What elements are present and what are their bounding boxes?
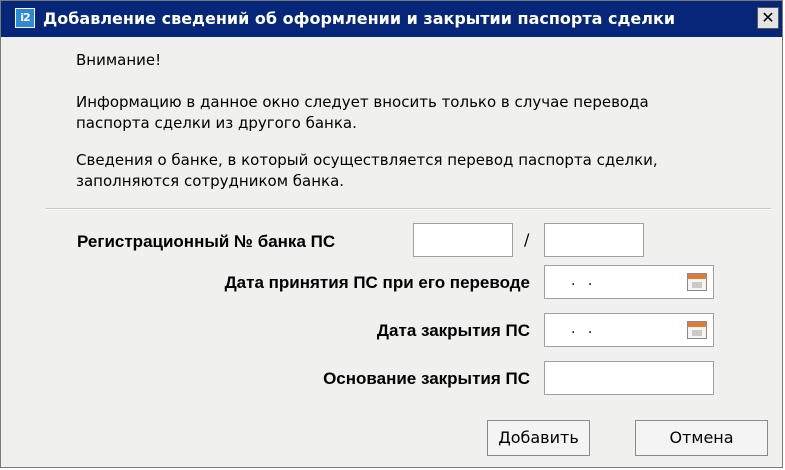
notice-paragraph2-line1: Сведения о банке, в который осуществляет… — [76, 151, 658, 169]
accept-date-input[interactable]: . . — [544, 265, 714, 299]
reg-number-separator: / — [524, 230, 530, 249]
reg-number-part1-input[interactable] — [413, 223, 513, 257]
window-title: Добавление сведений об оформлении и закр… — [43, 9, 676, 28]
app-icon: i2 — [15, 8, 35, 28]
close-reason-input[interactable] — [544, 361, 714, 395]
separator — [46, 208, 771, 210]
close-reason-label: Основание закрытия ПС — [323, 369, 530, 388]
notice-paragraph1-line1: Информацию в данное окно следует вносить… — [76, 93, 649, 111]
notice-heading: Внимание! — [76, 51, 162, 69]
calendar-icon[interactable] — [687, 321, 707, 339]
accept-date-value: . . — [571, 273, 597, 289]
close-button[interactable]: ✕ — [757, 7, 779, 29]
close-icon: ✕ — [761, 8, 775, 27]
close-date-input[interactable]: . . — [544, 313, 714, 347]
title-bar[interactable]: i2 Добавление сведений об оформлении и з… — [1, 1, 782, 37]
add-button[interactable]: Добавить — [487, 420, 590, 456]
reg-number-label: Регистрационный № банка ПС — [77, 232, 336, 251]
close-date-value: . . — [571, 321, 597, 337]
cancel-button[interactable]: Отмена — [635, 420, 768, 456]
accept-date-label: Дата принятия ПС при его переводе — [224, 273, 530, 292]
close-date-label: Дата закрытия ПС — [376, 321, 530, 340]
dialog-window: i2 Добавление сведений об оформлении и з… — [0, 0, 783, 468]
notice-paragraph2-line2: заполняются сотрудником банка. — [76, 172, 345, 190]
reg-number-part2-input[interactable] — [544, 223, 644, 257]
notice-paragraph1-line2: паспорта сделки из другого банка. — [76, 114, 357, 132]
calendar-icon[interactable] — [687, 273, 707, 291]
